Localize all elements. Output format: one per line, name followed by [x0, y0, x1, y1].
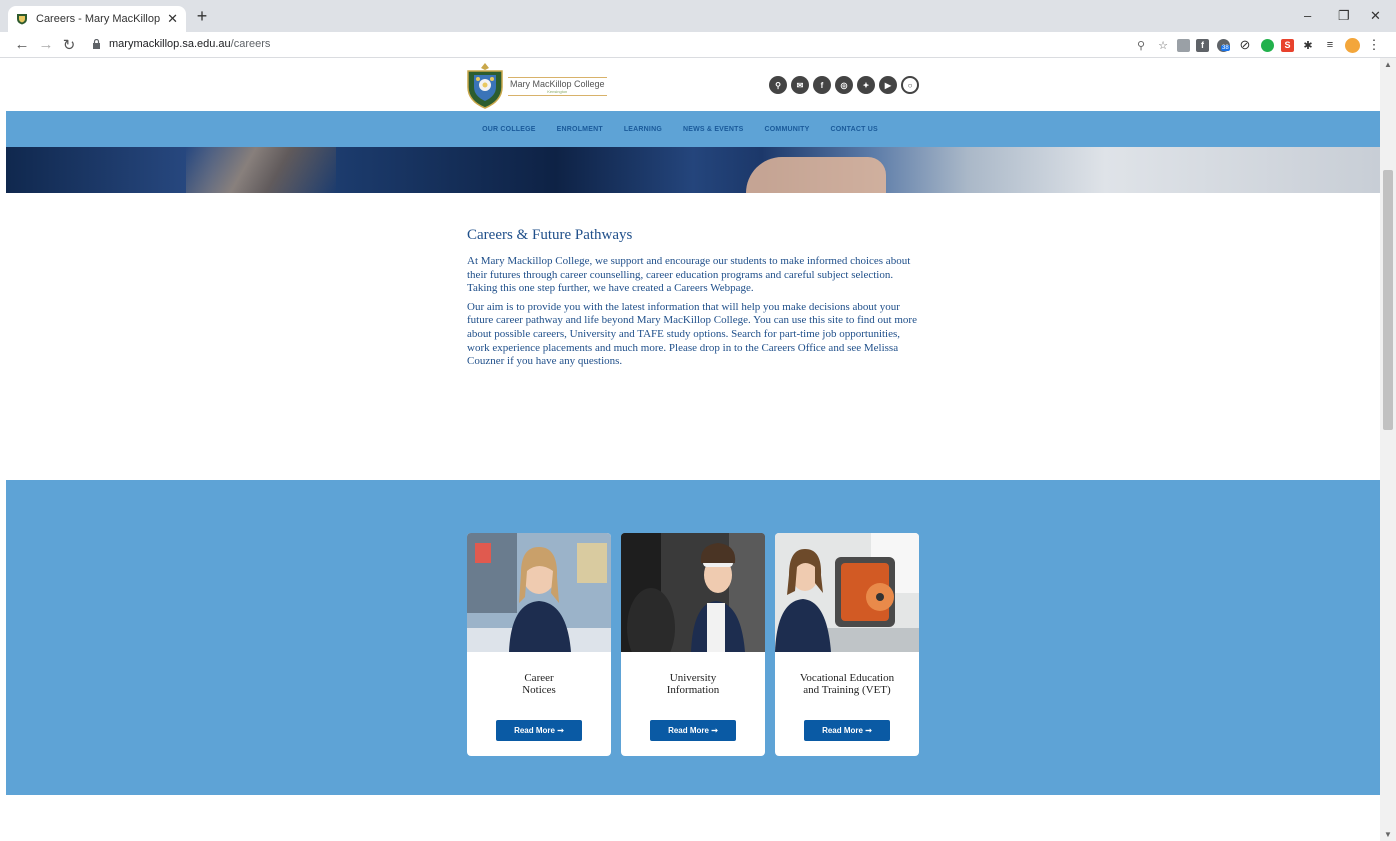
- social-icons: ⚲ ✉ f ◎ ✦ ▶ ○: [769, 76, 919, 94]
- power-extension-icon[interactable]: [1259, 37, 1275, 53]
- cards-section: Career Notices Read More ➞ University In…: [6, 480, 1380, 795]
- minimize-button[interactable]: –: [1304, 8, 1311, 23]
- nav-contact-us[interactable]: CONTACT US: [831, 126, 878, 133]
- intro-paragraph-1: At Mary Mackillop College, we support an…: [467, 255, 911, 295]
- site-logo[interactable]: Mary MacKillop College Kensington: [466, 63, 607, 109]
- reading-list-icon[interactable]: ≡: [1322, 37, 1338, 53]
- intro-paragraph-2: Our aim is to provide you with the lates…: [467, 300, 917, 368]
- card-vet[interactable]: Vocational Education and Training (VET) …: [775, 533, 919, 756]
- extension-icon[interactable]: [1177, 38, 1190, 52]
- page-scrollbar[interactable]: ▲ ▼: [1380, 58, 1396, 841]
- url-path: /careers: [230, 38, 271, 50]
- nav-community[interactable]: COMMUNITY: [765, 126, 810, 133]
- logo-name: Mary MacKillop College: [510, 78, 605, 89]
- zoom-icon[interactable]: ⚲: [1133, 37, 1149, 53]
- nav-our-college[interactable]: OUR COLLEGE: [482, 126, 536, 133]
- college-crest-icon: [17, 14, 27, 25]
- forward-arrow-icon[interactable]: →: [38, 36, 54, 53]
- tab-title: Careers - Mary MacKillop College: [36, 13, 163, 25]
- twitter-icon[interactable]: ✦: [857, 76, 875, 94]
- scrollbar-thumb[interactable]: [1383, 170, 1393, 430]
- scroll-down-icon[interactable]: ▼: [1384, 830, 1392, 839]
- facebook-extension-icon[interactable]: f: [1196, 38, 1209, 52]
- read-more-button[interactable]: Read More ➞: [650, 720, 736, 741]
- scroll-up-icon[interactable]: ▲: [1384, 60, 1392, 69]
- facebook-icon[interactable]: f: [813, 76, 831, 94]
- extensions-area: ⚲ ☆ f 38 ⊘ S ✱ ≡ ⋮: [1133, 37, 1382, 53]
- site-header: Mary MacKillop College Kensington ⚲ ✉ f …: [6, 58, 1380, 111]
- extension-badge: 38: [1221, 45, 1230, 51]
- student-photo-1: [467, 533, 611, 652]
- back-arrow-icon[interactable]: ←: [14, 36, 30, 53]
- youtube-icon[interactable]: ▶: [879, 76, 897, 94]
- block-icon[interactable]: ⊘: [1237, 37, 1253, 53]
- card-title: University Information: [666, 672, 720, 696]
- url-host: marymackillop.sa.edu.au: [109, 38, 231, 50]
- badge-extension-icon[interactable]: 38: [1215, 37, 1231, 53]
- restore-button[interactable]: ❐: [1338, 8, 1350, 24]
- card-career-notices[interactable]: Career Notices Read More ➞: [467, 533, 611, 756]
- nav-enrolment[interactable]: ENROLMENT: [557, 126, 603, 133]
- web-page: Mary MacKillop College Kensington ⚲ ✉ f …: [6, 58, 1380, 841]
- lock-icon: [93, 39, 100, 49]
- browser-tab[interactable]: Careers - Mary MacKillop College ✕: [8, 6, 186, 32]
- card-title: Vocational Education and Training (VET): [799, 672, 895, 696]
- search-icon[interactable]: ⚲: [769, 76, 787, 94]
- instagram-icon[interactable]: ◎: [835, 76, 853, 94]
- card-title: Career Notices: [522, 672, 556, 696]
- bookmark-star-icon[interactable]: ☆: [1155, 37, 1171, 53]
- nav-learning[interactable]: LEARNING: [624, 126, 662, 133]
- student-photo-3: [775, 533, 919, 652]
- page-title: Careers & Future Pathways: [467, 227, 633, 243]
- student-photo-2: [621, 533, 765, 668]
- hero-banner-image: [6, 147, 1380, 193]
- puzzle-icon[interactable]: ✱: [1300, 37, 1316, 53]
- card-university-information[interactable]: University Information Read More ➞: [621, 533, 765, 756]
- tab-close-icon[interactable]: ✕: [167, 11, 178, 27]
- logo-wordmark: Mary MacKillop College Kensington: [508, 76, 607, 96]
- read-more-button[interactable]: Read More ➞: [804, 720, 890, 741]
- close-window-button[interactable]: ✕: [1370, 8, 1381, 24]
- reload-icon[interactable]: ↻: [61, 36, 77, 54]
- nav-news-events[interactable]: NEWS & EVENTS: [683, 126, 744, 133]
- intro-section: Careers & Future Pathways At Mary Mackil…: [467, 227, 917, 374]
- main-navigation: OUR COLLEGE ENROLMENT LEARNING NEWS & EV…: [6, 111, 1380, 147]
- college-crest-icon: [467, 63, 503, 109]
- new-tab-button[interactable]: +: [194, 7, 210, 25]
- profile-avatar[interactable]: [1344, 37, 1360, 53]
- address-bar: ← → ↻ marymackillop.sa.edu.au/careers ⚲ …: [0, 32, 1396, 58]
- browser-tab-bar: Careers - Mary MacKillop College ✕ + – ❐…: [0, 0, 1396, 32]
- url-field[interactable]: marymackillop.sa.edu.au/careers: [92, 38, 270, 50]
- read-more-button[interactable]: Read More ➞: [496, 720, 582, 741]
- logo-subtitle: Kensington: [547, 88, 568, 94]
- s-extension-icon[interactable]: S: [1281, 38, 1294, 52]
- menu-icon[interactable]: ⋮: [1366, 37, 1382, 53]
- email-icon[interactable]: ✉: [791, 76, 809, 94]
- chat-icon[interactable]: ○: [901, 76, 919, 94]
